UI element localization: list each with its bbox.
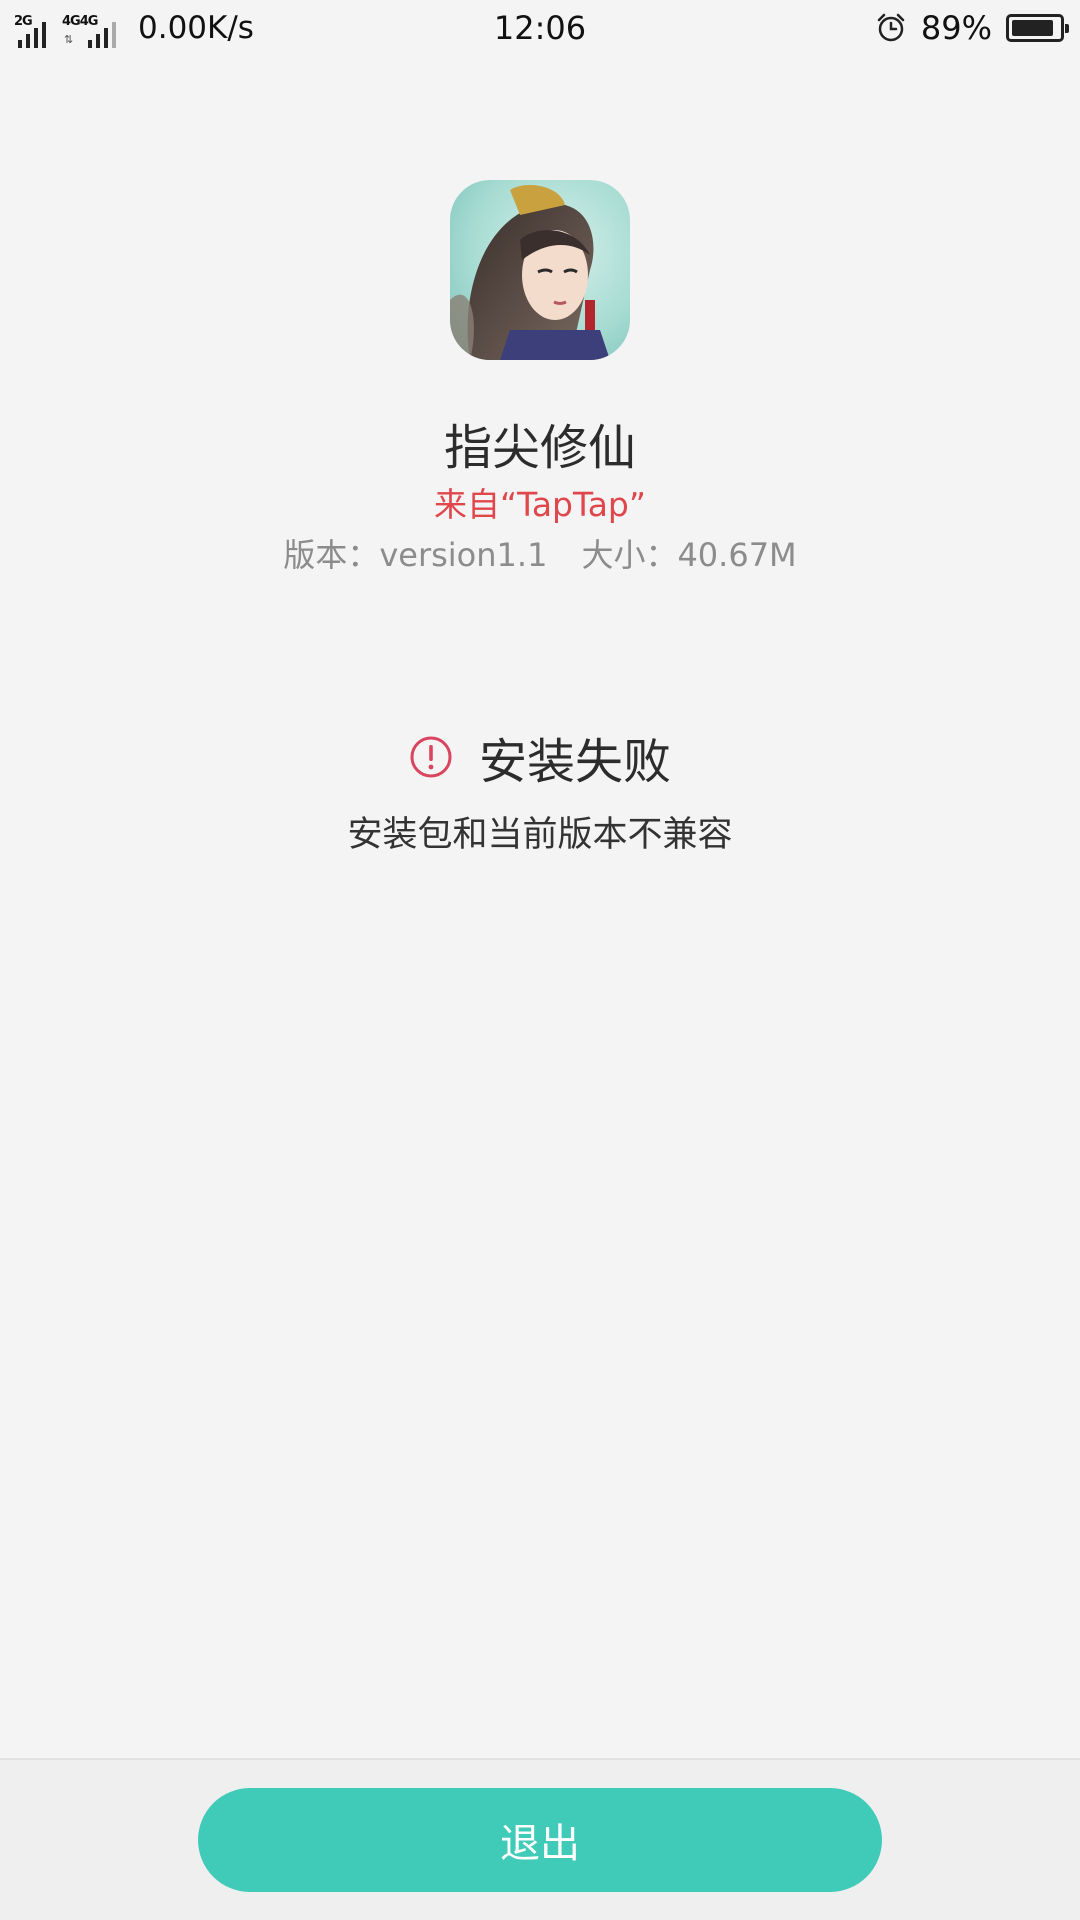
install-result: 安装失败 [0, 722, 1080, 792]
error-icon [410, 736, 452, 778]
app-size: 大小：40.67M [581, 536, 797, 574]
app-icon [450, 180, 630, 360]
app-name: 指尖修仙 [443, 420, 636, 476]
exit-button[interactable]: 退出 [198, 1788, 882, 1892]
result-message: 安装包和当前版本不兼容 [347, 815, 733, 855]
battery-fill [1012, 20, 1053, 36]
status-right: 89% [875, 8, 1069, 48]
app-meta: 版本：version1.1 大小：40.67M [0, 530, 1080, 576]
app-version: 版本：version1.1 [283, 536, 548, 574]
screen: 2G 4G4G ⇅ 0.00K/s 12:06 89% 指尖修仙 来自“TapT… [0, 0, 1080, 1920]
bottom-bar: 退出 [0, 1758, 1080, 1920]
battery-icon [1006, 14, 1069, 42]
alarm-icon [877, 13, 905, 42]
result-title: 安装失败 [478, 734, 671, 790]
battery-percent: 89% [920, 9, 992, 47]
status-bar: 2G 4G4G ⇅ 0.00K/s 12:06 89% [0, 0, 1080, 60]
app-source: 来自“TapTap” [434, 485, 646, 524]
